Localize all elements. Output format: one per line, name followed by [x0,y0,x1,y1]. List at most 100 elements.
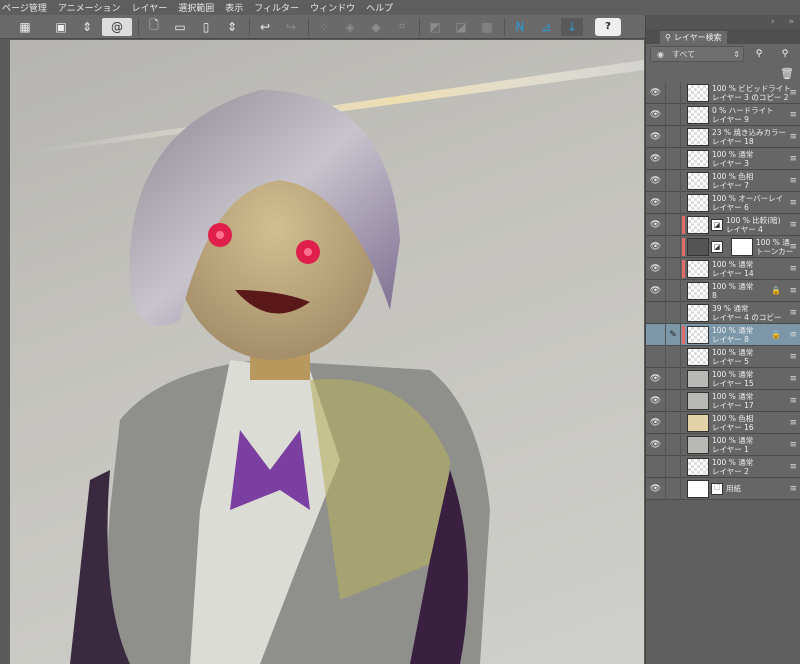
visibility-toggle[interactable] [646,455,666,478]
layer-row[interactable]: 👁 ◪ 100 % 比較(暗) レイヤー 4 ≡ [646,213,800,236]
tab-layer-search[interactable]: ⚲ レイヤー検索 [660,31,727,44]
edit-target[interactable] [666,103,681,126]
layer-menu-icon[interactable]: ≡ [789,110,797,120]
edit-target[interactable] [666,477,681,500]
layer-menu-icon[interactable]: ≡ [789,132,797,142]
visibility-toggle[interactable]: 👁 [646,213,666,236]
trash-icon[interactable]: 🗑 [780,67,794,80]
edit-target[interactable] [666,301,681,324]
layer-row[interactable]: 100 % 通常 レイヤー 5 ≡ [646,345,800,368]
layer-row[interactable]: ✎ 100 % 通常 レイヤー 8 🔒 ≡ [646,323,800,346]
deselect-icon[interactable]: ⁘ [313,18,335,36]
collapse-icon[interactable]: › [771,17,775,27]
edit-target[interactable] [666,169,681,192]
up-down-arrows-icon[interactable]: ⇕ [221,18,243,36]
layer-row[interactable]: 👁 100 % 通常 レイヤー 3 ≡ [646,147,800,170]
layer-row[interactable]: 39 % 通常 レイヤー 4 のコピー ≡ [646,301,800,324]
layer-menu-icon[interactable]: ≡ [789,154,797,164]
visibility-toggle[interactable]: 👁 [646,411,666,434]
menu-item[interactable]: ページ管理 [2,1,47,14]
visibility-toggle[interactable]: 👁 [646,235,666,258]
filter-select[interactable]: ◉ すべて ⇕ [650,46,744,62]
layer-menu-icon[interactable]: ≡ [789,286,797,296]
transform-icon[interactable]: ⌗ [391,18,413,36]
layer-menu-icon[interactable]: ≡ [789,330,797,340]
layer-menu-icon[interactable]: ≡ [789,176,797,186]
edit-target[interactable] [666,125,681,148]
snap-icon[interactable]: ⊿ [535,18,557,36]
visibility-toggle[interactable]: 👁 [646,147,666,170]
open-folder-icon[interactable]: ▭ [169,18,191,36]
visibility-toggle[interactable]: 👁 [646,169,666,192]
left-panel-collapse[interactable]: » [0,15,10,664]
edit-target[interactable]: ✎ [666,323,681,346]
grid-icon[interactable]: ▦ [14,18,36,36]
layer-row[interactable]: 👁 ◪ 100 % 通トーンカー ≡ [646,235,800,258]
edit-target[interactable] [666,279,681,302]
layer-row[interactable]: 👁 100 % 色相 レイヤー 7 ≡ [646,169,800,192]
edit-target[interactable] [666,257,681,280]
layer-menu-icon[interactable]: ≡ [789,374,797,384]
invert-selection-icon[interactable]: ◈ [339,18,361,36]
layer-row[interactable]: 👁 100 % ビビッドライト レイヤー 3 のコピー 2 ≡ [646,81,800,104]
fill-icon[interactable]: ◆ [365,18,387,36]
edit-target[interactable] [666,345,681,368]
layer-menu-icon[interactable]: ≡ [789,484,797,494]
layer-row[interactable]: 👁 🗋 用紙 ≡ [646,477,800,500]
layer-row[interactable]: 100 % 通常 レイヤー 2 ≡ [646,455,800,478]
tone-icon[interactable]: ▩ [476,18,498,36]
canvas[interactable] [10,40,644,664]
layer-menu-icon[interactable]: ≡ [789,418,797,428]
menu-item[interactable]: ウィンドウ [310,1,355,14]
layer-menu-icon[interactable]: ≡ [789,352,797,362]
visibility-toggle[interactable] [646,323,666,346]
layer-menu-icon[interactable]: ≡ [789,440,797,450]
layer-menu-icon[interactable]: ≡ [789,220,797,230]
visibility-toggle[interactable]: 👁 [646,367,666,390]
edit-target[interactable] [666,191,681,214]
visibility-toggle[interactable] [646,301,666,324]
layer-menu-icon[interactable]: ≡ [789,198,797,208]
swirl-icon[interactable]: @ [102,17,132,36]
line-icon[interactable]: ◩ [424,18,446,36]
search-remove-icon[interactable]: ⚲ [774,46,796,62]
layer-row[interactable]: 👁 100 % 色相 レイヤー 16 ≡ [646,411,800,434]
edit-target[interactable] [666,389,681,412]
layer-row[interactable]: 👁 100 % オーバーレイ レイヤー 6 ≡ [646,191,800,214]
layer-menu-icon[interactable]: ≡ [789,308,797,318]
save-icon[interactable]: ▯ [195,18,217,36]
edit-target[interactable] [666,235,681,258]
visibility-toggle[interactable]: 👁 [646,389,666,412]
layer-menu-icon[interactable]: ≡ [789,88,797,98]
redo-icon[interactable]: ↪ [280,18,302,36]
menu-item[interactable]: ヘルプ [366,1,393,14]
edit-target[interactable] [666,213,681,236]
canvas-preview-icon[interactable]: ▣ [50,18,72,36]
layer-menu-icon[interactable]: ≡ [789,462,797,472]
visibility-toggle[interactable]: 👁 [646,81,666,104]
edit-target[interactable] [666,433,681,456]
new-file-icon[interactable]: 🗋 [143,18,165,36]
layer-row[interactable]: 👁 100 % 通常 8 🔒 ≡ [646,279,800,302]
layer-row[interactable]: 👁 0 % ハードライト レイヤー 9 ≡ [646,103,800,126]
visibility-toggle[interactable]: 👁 [646,433,666,456]
layer-menu-icon[interactable]: ≡ [789,396,797,406]
layer-menu-icon[interactable]: ≡ [789,242,797,252]
visibility-toggle[interactable]: 👁 [646,279,666,302]
undo-icon[interactable]: ↩ [254,18,276,36]
menu-item[interactable]: 選択範囲 [178,1,214,14]
layer-row[interactable]: 👁 100 % 通常 レイヤー 17 ≡ [646,389,800,412]
layer-menu-icon[interactable]: ≡ [789,264,797,274]
visibility-toggle[interactable] [646,345,666,368]
edit-target[interactable] [666,411,681,434]
layer-row[interactable]: 👁 100 % 通常 レイヤー 14 ≡ [646,257,800,280]
menu-item[interactable]: 表示 [225,1,243,14]
shade-icon[interactable]: ◪ [450,18,472,36]
layer-row[interactable]: 👁 23 % 焼き込みカラー レイヤー 18 ≡ [646,125,800,148]
pen-snap-icon[interactable]: ↓ [561,17,583,36]
menu-item[interactable]: フィルター [254,1,299,14]
expand-icon[interactable]: » [788,17,794,27]
edit-target[interactable] [666,147,681,170]
edit-target[interactable] [666,455,681,478]
visibility-toggle[interactable]: 👁 [646,125,666,148]
